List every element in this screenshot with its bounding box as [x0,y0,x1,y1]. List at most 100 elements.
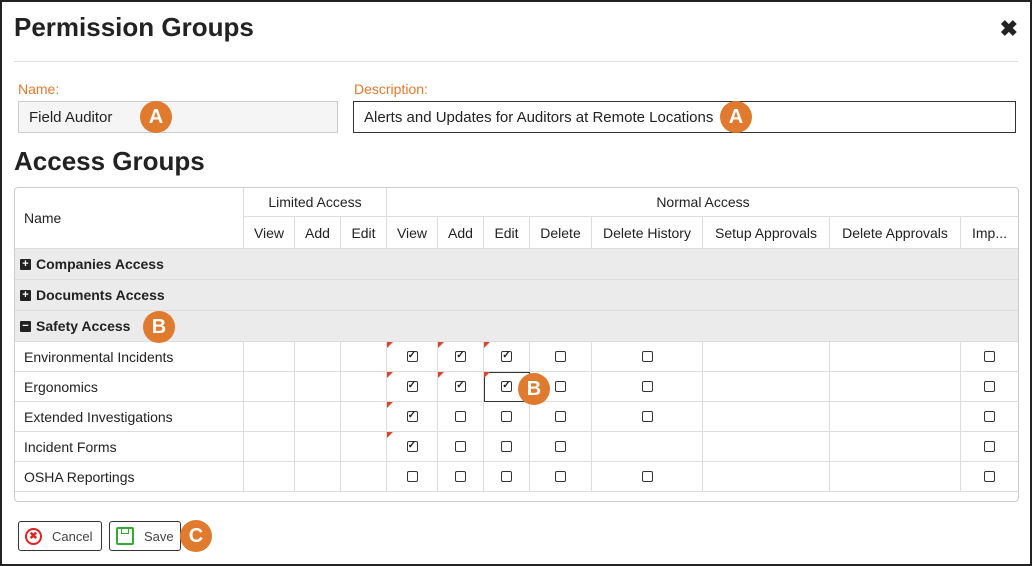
permission-cell[interactable]: ✓ [438,372,484,402]
limited-access-cell [341,372,387,402]
permission-cell[interactable] [961,372,1018,402]
column-header[interactable]: Delete [530,217,592,249]
group-row[interactable]: + Documents Access [15,280,1018,311]
permission-cell[interactable] [961,462,1018,492]
header-name: Name [15,188,244,249]
permission-cell[interactable] [592,462,703,492]
permission-cell[interactable] [592,342,703,372]
checkbox[interactable] [641,471,653,482]
permission-cell[interactable]: ✓ [387,342,438,372]
column-header[interactable]: View [387,217,438,249]
checkbox[interactable] [555,411,566,422]
save-label: Save [144,528,174,544]
divider [14,61,1018,62]
checkbox[interactable] [455,411,466,422]
column-header[interactable]: View [244,217,295,249]
checkbox-checked[interactable]: ✓ [406,351,418,362]
checkbox-checked[interactable]: ✓ [406,441,418,452]
checkbox[interactable] [501,441,512,452]
permission-cell[interactable] [530,462,592,492]
column-header[interactable]: Add [295,217,341,249]
expand-icon[interactable]: + [20,258,31,270]
permission-cell[interactable]: ✓ [484,342,530,372]
permission-cell[interactable] [438,402,484,432]
checkbox[interactable] [555,351,566,362]
checkbox[interactable] [555,381,566,392]
name-field[interactable]: Field Auditor [18,101,338,133]
limited-access-cell [341,432,387,462]
column-header[interactable]: Delete Approvals [830,217,961,249]
changed-flag-icon [484,372,490,378]
permission-cell [830,432,961,462]
checkbox[interactable] [641,381,653,392]
checkbox[interactable] [984,471,995,482]
column-header[interactable]: Imp... [961,217,1018,249]
column-header[interactable]: Edit [341,217,387,249]
floppy-disk-icon [116,527,134,545]
callout-c: C [180,520,212,552]
checkbox-checked[interactable]: ✓ [455,351,466,362]
permission-cell[interactable] [484,462,530,492]
permission-cell[interactable]: ✓ [387,372,438,402]
checkbox[interactable] [555,441,566,452]
column-header[interactable]: Setup Approvals [703,217,830,249]
permission-cell [703,462,830,492]
checkbox[interactable] [501,411,512,422]
checkbox[interactable] [406,471,418,482]
save-button[interactable]: Save [109,521,181,551]
permission-cell[interactable] [484,402,530,432]
permission-cell[interactable] [530,402,592,432]
checkbox[interactable] [455,471,466,482]
permission-cell[interactable]: ✓ [438,342,484,372]
close-icon[interactable]: ✖ [1000,16,1018,42]
permission-cell[interactable] [387,462,438,492]
header-normal-access: Normal Access [387,188,1018,217]
checkbox[interactable] [641,351,653,362]
limited-access-cell [244,432,295,462]
permission-cell[interactable] [961,402,1018,432]
permission-cell[interactable]: ✓ [387,402,438,432]
description-field[interactable]: Alerts and Updates for Auditors at Remot… [353,101,1016,133]
group-row[interactable]: + Companies Access [15,249,1018,280]
checkbox[interactable] [641,411,653,422]
callout-b: B [518,373,550,405]
checkbox[interactable] [501,471,512,482]
permission-cell [830,462,961,492]
checkbox[interactable] [984,381,995,392]
permission-cell[interactable]: ✓ [387,432,438,462]
permission-cell[interactable] [484,432,530,462]
checkbox[interactable] [984,441,995,452]
description-label: Description: [354,81,428,97]
header-limited-access: Limited Access [244,188,387,217]
permission-cell[interactable] [961,342,1018,372]
checkbox[interactable] [984,351,995,362]
expand-icon[interactable]: + [20,289,31,301]
permission-cell [830,342,961,372]
changed-flag-icon [484,342,490,348]
checkbox-checked[interactable]: ✓ [406,381,418,392]
checkbox-checked[interactable]: ✓ [501,351,512,362]
checkbox[interactable] [984,411,995,422]
permission-cell[interactable] [438,432,484,462]
collapse-icon[interactable]: − [20,320,31,332]
limited-access-cell [295,402,341,432]
row-name: Extended Investigations [15,402,244,432]
checkbox-checked[interactable]: ✓ [406,411,418,422]
column-header[interactable]: Add [438,217,484,249]
row-name: OSHA Reportings [15,462,244,492]
access-groups-title: Access Groups [14,146,205,176]
checkbox-checked[interactable]: ✓ [455,381,466,392]
row-name: Ergonomics [15,372,244,402]
permission-cell[interactable] [438,462,484,492]
cancel-button[interactable]: ✖ Cancel [18,521,102,551]
permission-cell[interactable] [592,372,703,402]
checkbox-checked[interactable]: ✓ [501,381,512,392]
permission-cell[interactable] [530,432,592,462]
column-header[interactable]: Delete History [592,217,703,249]
checkbox[interactable] [455,441,466,452]
checkbox[interactable] [555,471,566,482]
permission-cell[interactable] [592,402,703,432]
permission-cell[interactable] [530,342,592,372]
column-header[interactable]: Edit [484,217,530,249]
permission-cell[interactable] [961,432,1018,462]
